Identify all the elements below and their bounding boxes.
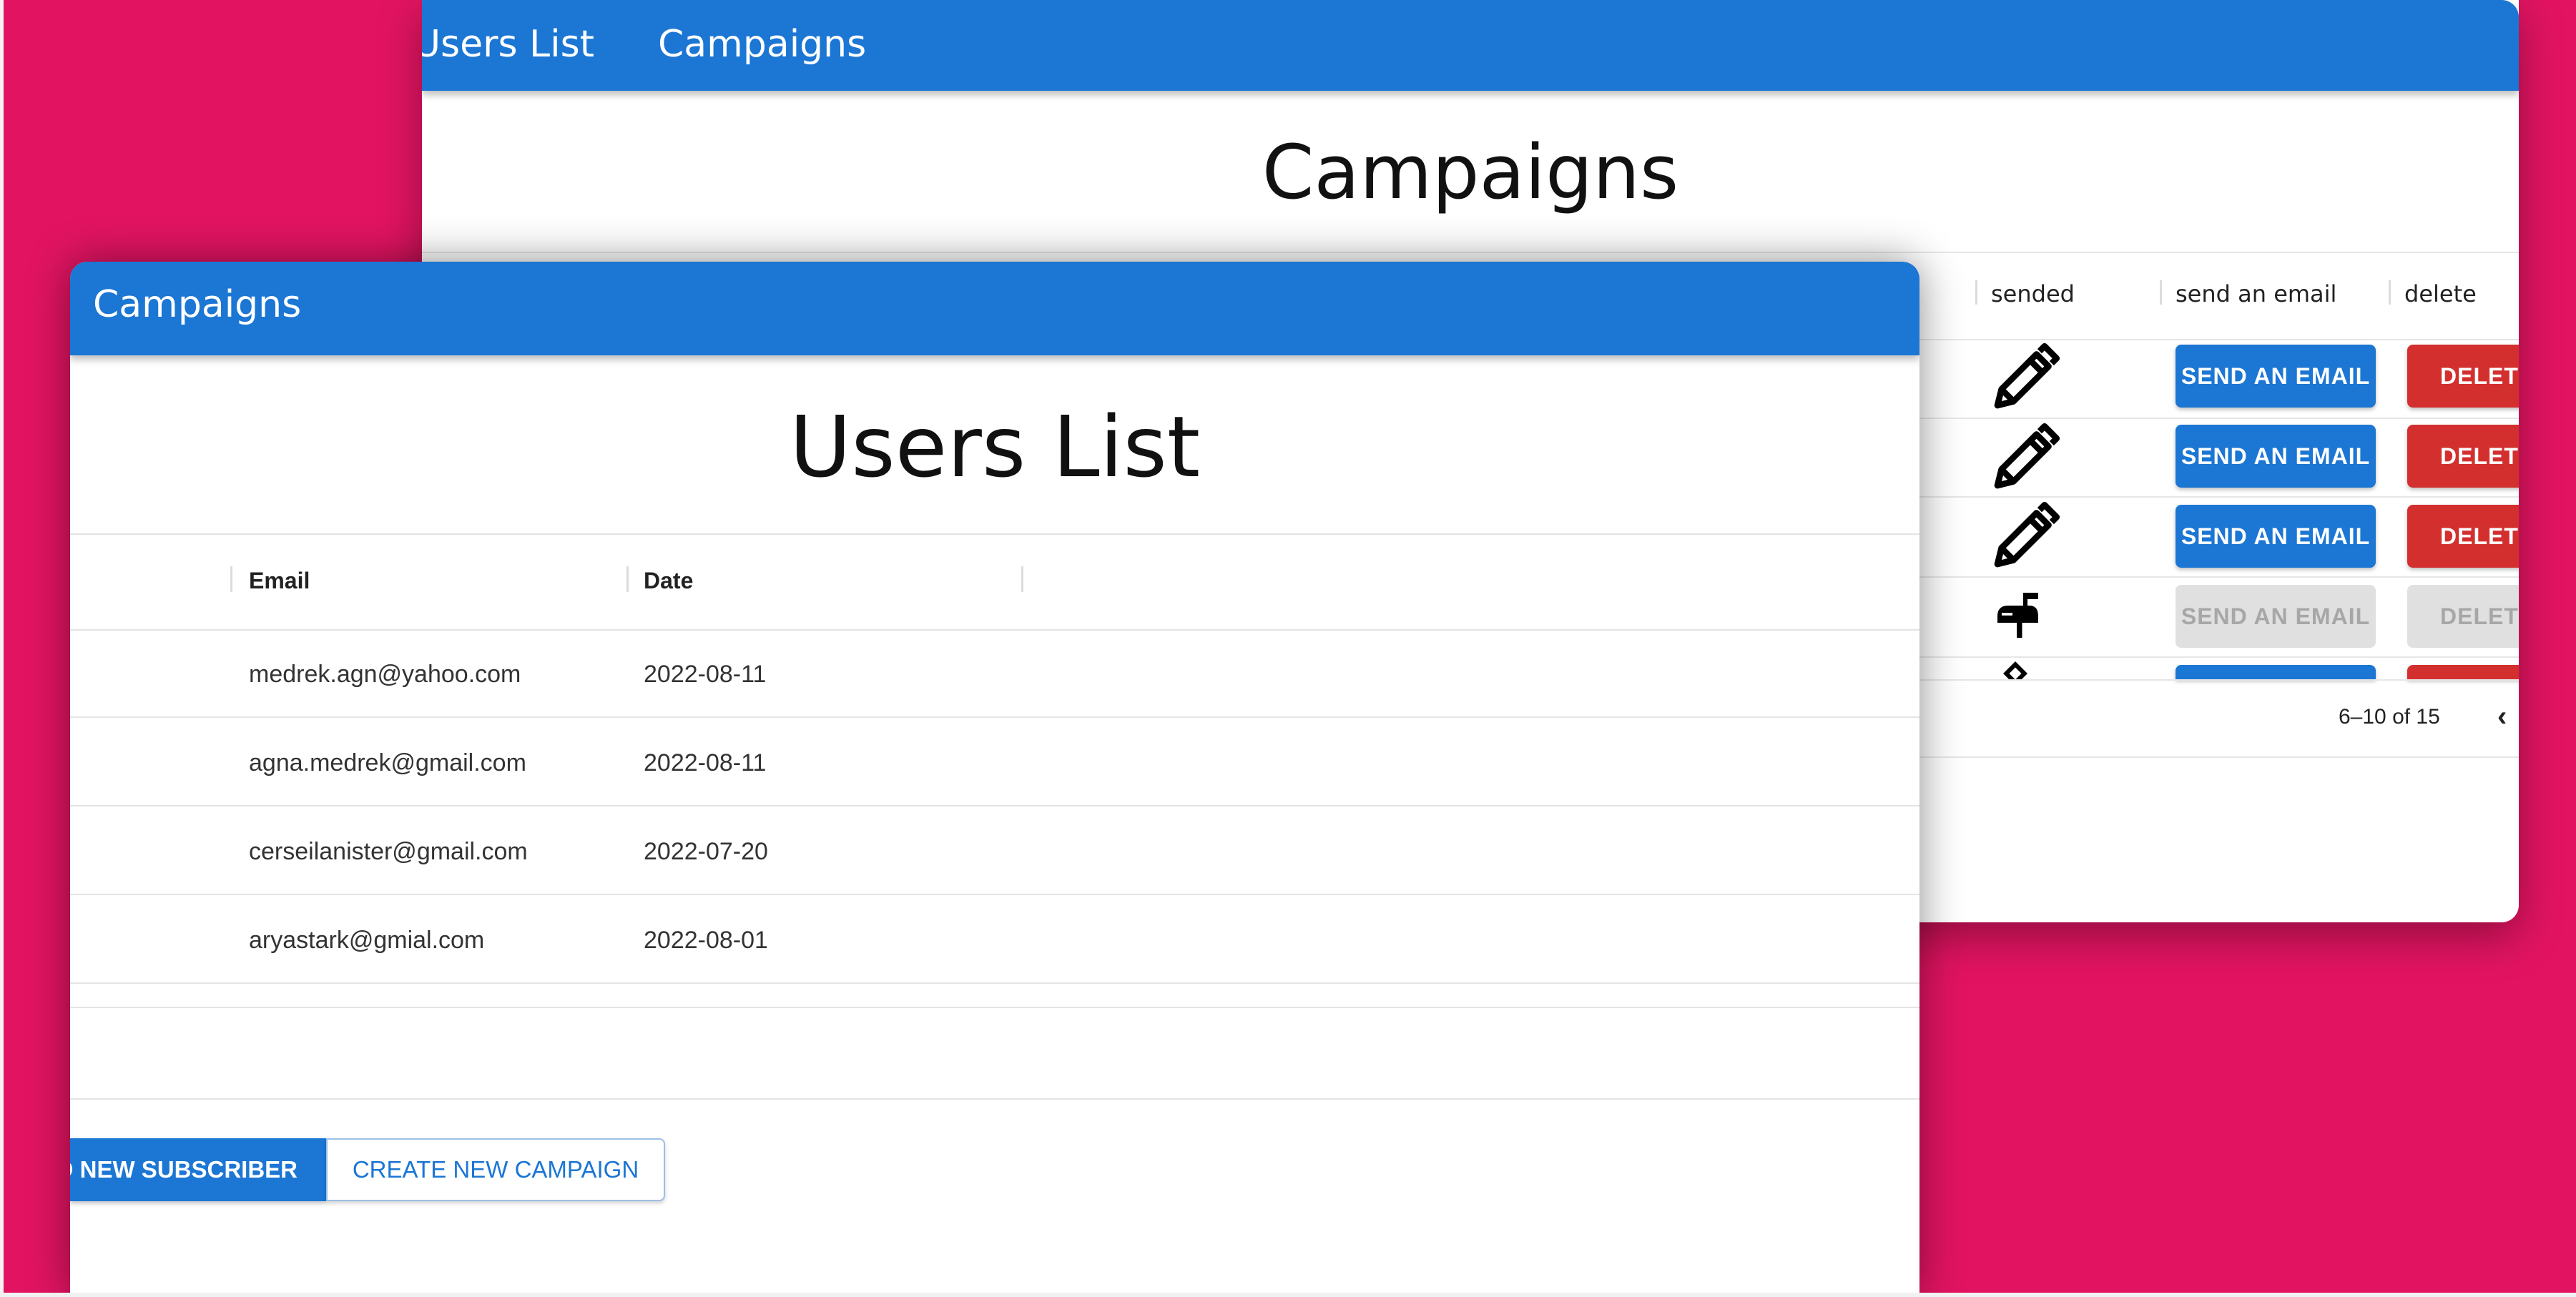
page-title: Users List xyxy=(789,398,1201,496)
column-separator xyxy=(1021,566,1023,592)
add-new-subscriber-button[interactable]: ADD NEW SUBSCRIBER xyxy=(70,1138,326,1201)
column-separator xyxy=(626,566,629,592)
column-separator xyxy=(230,566,232,592)
pencil-icon[interactable] xyxy=(1988,420,2063,495)
send-email-button[interactable]: SEND AN EMAIL xyxy=(2176,425,2376,488)
nav-link-users-list[interactable]: Users List xyxy=(422,23,594,66)
email-cell: cerseilanister@gmail.com xyxy=(249,838,528,865)
column-separator xyxy=(2389,280,2391,305)
header-divider xyxy=(70,629,1919,631)
mailbox-icon xyxy=(1997,593,2038,638)
date-cell: 2022-08-11 xyxy=(644,661,767,688)
date-cell: 2022-07-20 xyxy=(644,838,768,865)
delete-button[interactable]: DELETE xyxy=(2407,505,2519,568)
column-header-sended[interactable]: sended xyxy=(1991,280,2075,307)
table-footer-divider xyxy=(70,1007,1919,1008)
column-header-send-an-email[interactable]: send an email xyxy=(2176,280,2336,307)
column-header-delete[interactable]: delete xyxy=(2404,280,2477,307)
column-separator xyxy=(1975,280,1977,305)
delete-button[interactable]: DELETE xyxy=(2407,585,2519,648)
users-list-window: Campaigns Users List Email Date medrek.a… xyxy=(70,262,1919,1297)
row-divider xyxy=(70,982,1919,984)
send-email-button-partial[interactable] xyxy=(2176,665,2376,679)
table-divider xyxy=(70,533,1919,535)
email-cell: aryastark@gmial.com xyxy=(249,927,485,954)
left-edge-strip xyxy=(0,0,4,1297)
row-divider xyxy=(70,894,1919,895)
column-header-date[interactable]: Date xyxy=(644,568,693,594)
send-email-button[interactable]: SEND AN EMAIL xyxy=(2176,585,2376,648)
delete-button[interactable]: DELETE xyxy=(2407,425,2519,488)
pencil-icon xyxy=(2002,658,2031,679)
delete-button[interactable]: DELETE xyxy=(2407,345,2519,408)
nav-link-campaigns[interactable]: Campaigns xyxy=(93,283,301,326)
footer-divider xyxy=(70,1098,1919,1100)
pencil-icon[interactable] xyxy=(1988,499,2063,573)
email-cell: medrek.agn@yahoo.com xyxy=(249,661,521,688)
row-divider xyxy=(70,716,1919,718)
bottom-edge xyxy=(0,1293,2576,1297)
chevron-left-icon[interactable]: ‹ xyxy=(2497,701,2507,733)
send-email-button[interactable]: SEND AN EMAIL xyxy=(2176,345,2376,408)
date-cell: 2022-08-01 xyxy=(644,927,768,954)
table-divider xyxy=(422,252,2519,253)
campaigns-navbar: Users List Campaigns xyxy=(422,0,2519,91)
delete-button-partial[interactable] xyxy=(2407,665,2519,679)
users-navbar: Campaigns xyxy=(70,262,1919,355)
pagination-range: 6–10 of 15 xyxy=(2339,705,2440,729)
date-cell: 2022-08-11 xyxy=(644,749,767,776)
create-new-campaign-button[interactable]: CREATE NEW CAMPAIGN xyxy=(326,1138,665,1201)
column-separator xyxy=(2160,280,2162,305)
email-cell: agna.medrek@gmail.com xyxy=(249,749,526,776)
nav-link-campaigns[interactable]: Campaigns xyxy=(658,23,866,66)
row-divider xyxy=(70,805,1919,807)
page-title: Campaigns xyxy=(1262,129,1679,216)
pencil-icon[interactable] xyxy=(1988,340,2063,415)
action-button-group: ADD NEW SUBSCRIBER CREATE NEW CAMPAIGN xyxy=(70,1138,665,1201)
column-header-email[interactable]: Email xyxy=(249,568,310,594)
send-email-button[interactable]: SEND AN EMAIL xyxy=(2176,505,2376,568)
